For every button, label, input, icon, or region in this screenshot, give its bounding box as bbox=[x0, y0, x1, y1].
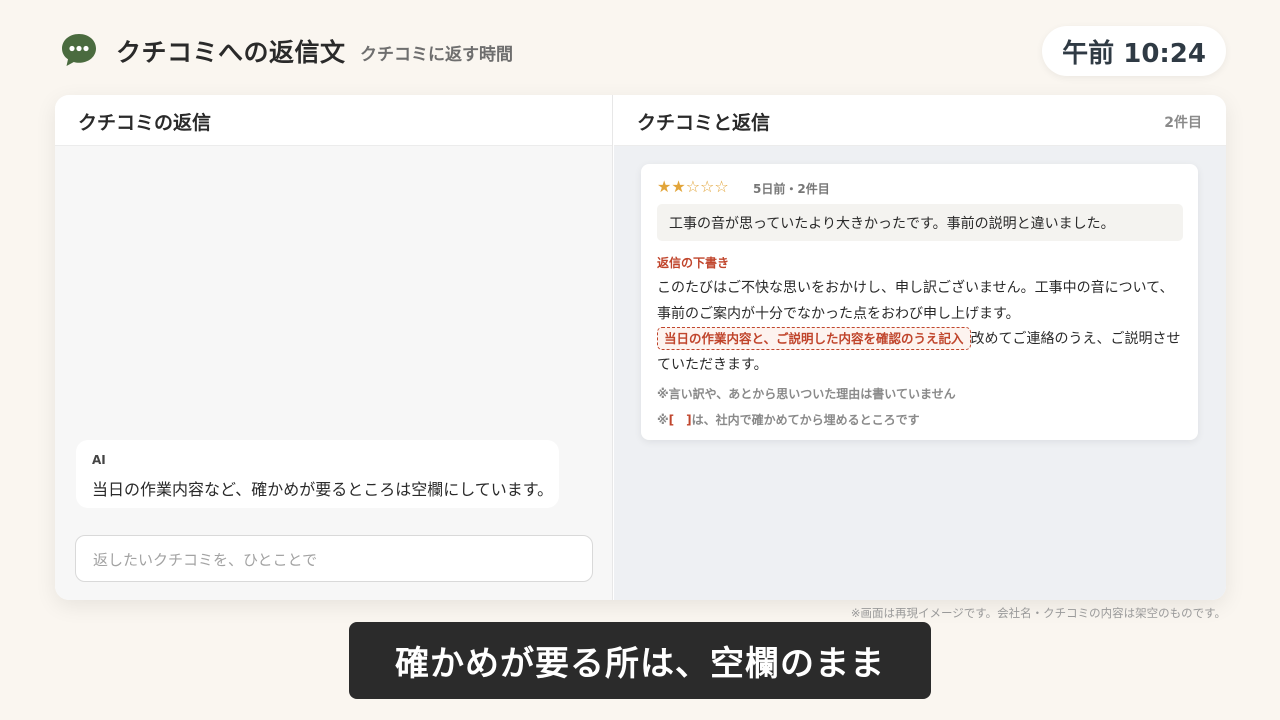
app-title: クチコミへの返信文 bbox=[116, 38, 346, 67]
disclaimer: ※画面は再現イメージです。会社名・クチコミの内容は架空のものです。 bbox=[850, 606, 1226, 620]
note-bracket: [ ] bbox=[668, 413, 692, 427]
draft-note-2: ※[ ]は、社内で確かめてから埋めるところです bbox=[657, 411, 920, 428]
ai-message-bubble: AI 当日の作業内容など、確かめが要るところは空欄にしています。 bbox=[76, 440, 559, 508]
ai-message-text: 当日の作業内容など、確かめが要るところは空欄にしています。 bbox=[92, 480, 554, 499]
draft-label: 返信の下書き bbox=[657, 256, 730, 270]
star-rating-icon: ★★☆☆☆ bbox=[657, 177, 729, 196]
reply-panel-title: クチコミの返信 bbox=[78, 112, 212, 134]
review-panel-header: クチコミと返信 2件目 bbox=[614, 95, 1226, 146]
draft-text-part1: このたびはご不快な思いをおかけし、申し訳ございません。工事中の音について、事前の… bbox=[657, 280, 1174, 322]
draft-blank-placeholder[interactable]: 当日の作業内容と、ご説明した内容を確認のうえ記入 bbox=[657, 327, 971, 350]
review-count: 2件目 bbox=[1164, 115, 1202, 131]
caption-banner: 確かめが要る所は、空欄のまま bbox=[349, 622, 931, 699]
note-suffix: は、社内で確かめてから埋めるところです bbox=[691, 413, 920, 427]
draft-note-1: ※言い訳や、あとから思いついた理由は書いていません bbox=[657, 387, 956, 401]
app-subtitle: クチコミに返す時間 bbox=[360, 45, 513, 65]
review-panel-title: クチコミと返信 bbox=[637, 112, 771, 134]
reply-panel-header: クチコミの返信 bbox=[55, 95, 612, 146]
ai-sender-label: AI bbox=[92, 453, 106, 467]
draft-reply: このたびはご不快な思いをおかけし、申し訳ございません。工事中の音について、事前の… bbox=[657, 276, 1187, 378]
chat-bubble-icon bbox=[60, 32, 98, 68]
review-card[interactable]: ★★☆☆☆ 5日前・2件目 工事の音が思っていたより大きかったです。事前の説明と… bbox=[641, 164, 1198, 440]
review-text: 工事の音が思っていたより大きかったです。事前の説明と違いました。 bbox=[657, 204, 1183, 241]
clock-display: 午前 10:24 bbox=[1042, 26, 1226, 76]
review-reply-panel: クチコミと返信 2件目 ★★☆☆☆ 5日前・2件目 工事の音が思っていたより大き… bbox=[614, 95, 1226, 600]
reply-chat-panel: クチコミの返信 AI 当日の作業内容など、確かめが要るところは空欄にしています。… bbox=[55, 95, 613, 600]
review-meta: 5日前・2件目 bbox=[753, 182, 830, 196]
review-input-placeholder: 返したいクチコミを、ひとことで bbox=[93, 551, 318, 569]
main-card: クチコミの返信 AI 当日の作業内容など、確かめが要るところは空欄にしています。… bbox=[55, 95, 1226, 600]
review-input[interactable]: 返したいクチコミを、ひとことで bbox=[75, 535, 593, 582]
app-screen: クチコミへの返信文 クチコミに返す時間 午前 10:24 クチコミの返信 AI … bbox=[0, 0, 1280, 720]
note-prefix: ※ bbox=[657, 413, 669, 427]
